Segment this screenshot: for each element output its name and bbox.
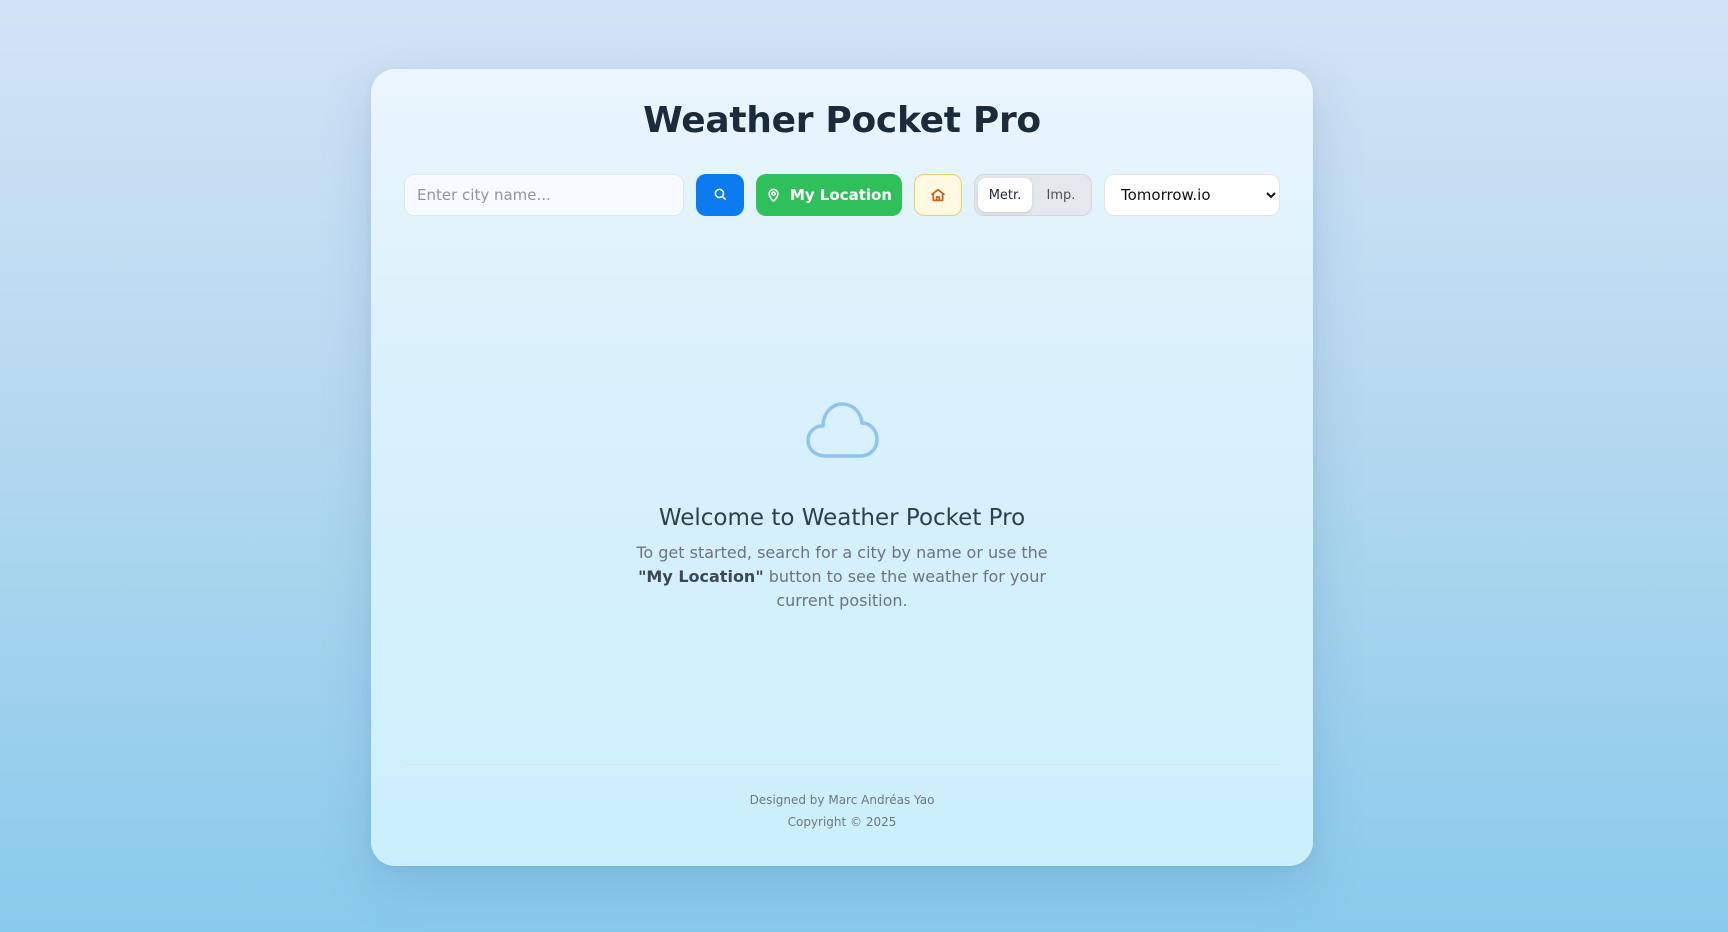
weather-provider-select[interactable]: Tomorrow.io (1104, 174, 1280, 216)
my-location-label: My Location (789, 186, 893, 204)
search-icon (713, 187, 727, 204)
welcome-text-before: To get started, search for a city by nam… (636, 543, 1048, 562)
home-icon (930, 187, 946, 203)
my-location-button[interactable]: My Location (756, 174, 902, 216)
welcome-section: Welcome to Weather Pocket Pro To get sta… (371, 397, 1313, 613)
welcome-text-bold: "My Location" (638, 567, 764, 586)
footer-copyright: Copyright © 2025 (787, 815, 897, 829)
map-pin-icon (766, 187, 781, 203)
city-search-input[interactable] (404, 174, 684, 216)
unit-toggle: Metr. Imp. (974, 174, 1092, 216)
welcome-heading: Welcome to Weather Pocket Pro (658, 505, 1026, 531)
home-button[interactable] (914, 174, 962, 216)
unit-imperial-option[interactable]: Imp. (1034, 178, 1088, 212)
footer-designer: Designed by Marc Andréas Yao (749, 793, 935, 807)
welcome-description: To get started, search for a city by nam… (627, 541, 1057, 613)
cloud-icon (802, 397, 882, 461)
controls-bar: My Location Metr. Imp. Tomorrow.io (404, 174, 1280, 216)
footer: Designed by Marc Andréas Yao Copyright ©… (371, 789, 1313, 833)
main-card: Weather Pocket Pro My Location (371, 69, 1313, 866)
welcome-text-after: button to see the weather for your curre… (763, 567, 1046, 610)
app-title: Weather Pocket Pro (643, 100, 1041, 141)
search-button[interactable] (696, 174, 744, 216)
unit-metric-option[interactable]: Metr. (978, 178, 1032, 212)
footer-divider (404, 764, 1280, 765)
